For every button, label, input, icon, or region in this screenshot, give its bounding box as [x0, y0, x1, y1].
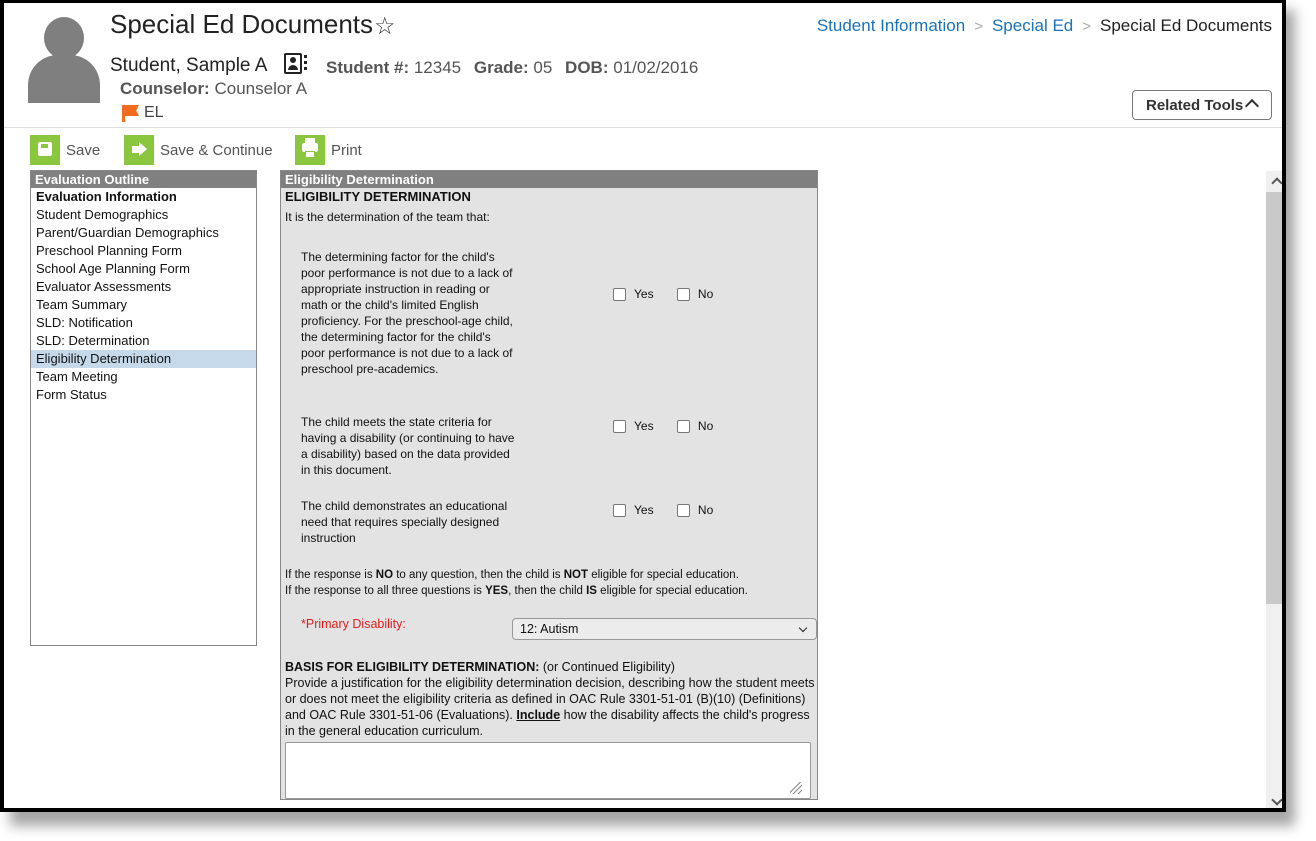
related-tools-button[interactable]: Related Tools: [1132, 90, 1272, 120]
breadcrumb-student-information[interactable]: Student Information: [817, 16, 965, 35]
evaluation-outline: Evaluation Outline Evaluation Informatio…: [30, 170, 257, 646]
save-label: Save: [66, 142, 101, 159]
breadcrumb-special-ed[interactable]: Special Ed: [992, 16, 1073, 35]
question-2-text: The child meets the state criteria for h…: [301, 415, 515, 477]
outline-item[interactable]: Preschool Planning Form: [31, 242, 256, 260]
breadcrumb: Student Information > Special Ed > Special E…: [817, 16, 1272, 36]
vertical-scrollbar[interactable]: [1266, 171, 1282, 808]
outline-item[interactable]: SLD: Notification: [31, 314, 256, 332]
question-1-yes-checkbox[interactable]: [613, 288, 626, 301]
primary-disability-select[interactable]: 12: Autism: [512, 618, 817, 640]
save-icon: [30, 135, 60, 165]
yes-label: Yes: [634, 503, 654, 517]
chevron-right-icon: >: [974, 18, 983, 35]
question-1-no-checkbox[interactable]: [676, 288, 690, 301]
basis-title: BASIS FOR ELIGIBILITY DETERMINATION:: [285, 660, 540, 674]
eligibility-rule-yes: If the response to all three questions i…: [285, 585, 748, 597]
intro-text: It is the determination of the team that…: [285, 210, 490, 224]
app-window: Special Ed Documents ☆ Student, Sample A…: [0, 0, 1286, 812]
eligibility-rule-no: If the response is NO to any question, t…: [285, 569, 739, 581]
outline-item[interactable]: Parent/Guardian Demographics: [31, 224, 256, 242]
counselor-value: Counselor A: [214, 79, 308, 98]
chevron-right-icon: >: [1082, 18, 1092, 35]
print-button[interactable]: Print: [295, 135, 375, 165]
section-title: ELIGIBILITY DETERMINATION: [285, 189, 471, 204]
contact-card-icon[interactable]: [284, 53, 302, 74]
student-meta: Student #: 12345 Grade: 05 DOB: 01/02/20…: [326, 58, 698, 78]
form-panel-header: Eligibility Determination: [281, 171, 817, 188]
outline-item[interactable]: Student Demographics: [31, 206, 256, 224]
chevron-down-icon: [798, 623, 808, 633]
outline-item[interactable]: School Age Planning Form: [31, 260, 256, 278]
yes-label: Yes: [634, 287, 654, 301]
program-flag-label: EL: [144, 104, 164, 121]
question-3-options: Yes No: [613, 503, 713, 517]
question-2-no-checkbox[interactable]: [676, 420, 690, 433]
breadcrumb-current: Special Ed Documents: [1100, 16, 1272, 35]
scroll-up-arrow-icon[interactable]: [1266, 171, 1282, 191]
grade-value: 05: [533, 58, 553, 77]
student-avatar: [28, 13, 100, 103]
question-3-text: The child demonstrates an educational ne…: [301, 499, 508, 545]
question-2-yes-checkbox[interactable]: [613, 420, 626, 433]
favorite-star-icon[interactable]: ☆: [374, 12, 396, 41]
yes-label: Yes: [634, 419, 654, 433]
arrow-right-icon: [124, 135, 154, 165]
question-2-options: Yes No: [613, 419, 713, 433]
outline-item[interactable]: Eligibility Determination: [31, 350, 256, 368]
contact-card-dots-icon: [304, 55, 307, 73]
primary-disability-value: 12: Autism: [520, 622, 579, 636]
basis-description: BASIS FOR ELIGIBILITY DETERMINATION: (or…: [285, 660, 815, 738]
student-name: Student, Sample A: [110, 55, 268, 76]
primary-disability-label: *Primary Disability:: [301, 617, 406, 631]
outline-item[interactable]: Team Meeting: [31, 368, 256, 386]
question-3-no-checkbox[interactable]: [676, 504, 690, 517]
outline-item[interactable]: Evaluator Assessments: [31, 278, 256, 296]
eligibility-form: Eligibility Determination ELIGIBILITY DE…: [280, 170, 818, 800]
outline-item[interactable]: Evaluation Information: [31, 188, 256, 206]
outline-item[interactable]: Team Summary: [31, 296, 256, 314]
grade-label: Grade:: [473, 58, 529, 77]
outline-item[interactable]: Form Status: [31, 386, 256, 404]
save-button[interactable]: Save: [30, 135, 110, 165]
outline-header: Evaluation Outline: [31, 171, 256, 188]
student-number: 12345: [413, 58, 462, 77]
counselor: Counselor: Counselor A: [120, 79, 307, 99]
counselor-label: Counselor:: [120, 79, 210, 98]
chevron-up-icon: [1244, 98, 1260, 114]
related-tools-label: Related Tools: [1146, 97, 1244, 114]
print-icon: [295, 135, 325, 165]
scroll-down-arrow-icon[interactable]: [1266, 792, 1282, 808]
flag-icon: [122, 105, 140, 122]
no-label: No: [697, 287, 714, 301]
no-label: No: [697, 503, 714, 517]
question-3-yes-checkbox[interactable]: [613, 504, 626, 517]
dob-value: 01/02/2016: [613, 58, 699, 77]
question-1-options: Yes No: [613, 287, 713, 301]
question-1-text: The determining factor for the child's p…: [301, 250, 513, 376]
scroll-thumb[interactable]: [1266, 192, 1282, 604]
outline-item[interactable]: SLD: Determination: [31, 332, 256, 350]
resize-grip-icon[interactable]: [790, 782, 802, 794]
page-title: Special Ed Documents: [110, 9, 374, 39]
save-continue-label: Save & Continue: [160, 142, 273, 159]
dob-label: DOB:: [565, 58, 609, 77]
no-label: No: [697, 419, 714, 433]
print-label: Print: [331, 142, 362, 159]
student-number-label: Student #:: [326, 58, 410, 77]
save-continue-button[interactable]: Save & Continue: [124, 135, 279, 165]
justification-textarea[interactable]: [285, 742, 811, 799]
header-divider: [4, 127, 1282, 128]
